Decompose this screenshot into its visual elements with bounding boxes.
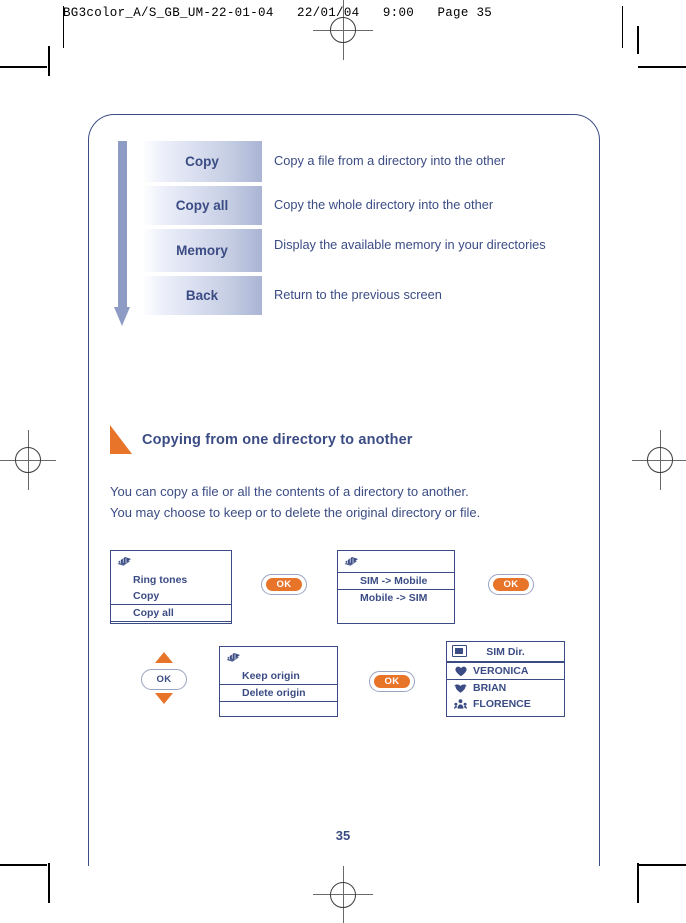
registration-mark-right xyxy=(632,430,686,490)
heart-wings-icon xyxy=(453,683,468,694)
ok-button[interactable]: OK xyxy=(261,574,307,595)
crop-mark-top-left-vertical xyxy=(48,46,50,76)
ok-button-label: OK xyxy=(493,578,529,591)
section-paragraph-line: You can copy a file or all the contents … xyxy=(110,484,469,499)
crop-mark-top-left-horizontal xyxy=(0,66,47,68)
ok-button-label: OK xyxy=(374,675,410,688)
ok-button-label: OK xyxy=(146,673,182,686)
screen-item[interactable]: Keep origin xyxy=(220,668,337,684)
screen-item-list: Ring tones Copy Copy all xyxy=(110,572,232,622)
slug-rule-right xyxy=(622,6,624,48)
page-number: 35 xyxy=(335,828,351,843)
menu-row[interactable]: Back Return to the previous screen xyxy=(142,276,580,315)
orange-triangle-icon xyxy=(110,425,132,454)
section-paragraph-line: You may choose to keep or to delete the … xyxy=(110,505,481,521)
menu-options-table: Copy Copy a file from a directory into t… xyxy=(110,141,580,326)
sim-contact-row[interactable]: FLORENCE xyxy=(447,696,564,712)
section-paragraph: You can copy a file or all the contents … xyxy=(110,481,580,523)
ok-button[interactable]: OK xyxy=(369,671,415,692)
menu-row[interactable]: Copy Copy a file from a directory into t… xyxy=(142,141,580,182)
crop-mark-bottom-right-horizontal xyxy=(638,864,686,866)
menu-option-description: Return to the previous screen xyxy=(274,287,442,303)
menu-option-description: Copy the whole directory into the other xyxy=(274,197,494,213)
crop-mark-bottom-left-horizontal xyxy=(0,864,47,866)
section-title: Copying from one directory to another xyxy=(142,431,413,448)
phone-screen-copy-direction[interactable]: SIM -> Mobile Mobile -> SIM xyxy=(337,550,455,624)
media-notes-icon xyxy=(344,557,358,566)
menu-option-label: Back xyxy=(142,276,262,315)
menu-option-label: Copy all xyxy=(142,186,262,225)
section-block: Copying from one directory to another Yo… xyxy=(110,425,580,523)
menu-option-description: Copy a file from a directory into the ot… xyxy=(274,153,506,169)
sim-directory-title-bar: SIM Dir. xyxy=(447,642,564,662)
down-arrow-icon xyxy=(110,141,134,330)
phone-screen-sim-directory[interactable]: SIM Dir. VERONICA BRIAN FLORENCE xyxy=(446,641,565,717)
sim-card-icon xyxy=(452,645,467,657)
screen-item[interactable]: Copy xyxy=(111,588,231,604)
triangle-up-icon[interactable] xyxy=(155,652,173,663)
ok-button[interactable]: OK xyxy=(488,574,534,595)
phone-screen-origin-choice[interactable]: Keep origin Delete origin xyxy=(219,646,338,717)
sim-contact-name: FLORENCE xyxy=(473,698,531,710)
screen-item-list: Keep origin Delete origin xyxy=(219,668,338,702)
screen-item[interactable]: Mobile -> SIM xyxy=(338,590,454,606)
media-notes-icon xyxy=(117,557,131,566)
sim-contact-name: VERONICA xyxy=(473,665,529,677)
screen-item[interactable]: Ring tones xyxy=(111,572,231,588)
sim-contact-name: BRIAN xyxy=(473,682,507,694)
sim-directory-contact-list: VERONICA BRIAN FLORENCE xyxy=(446,662,565,712)
media-notes-icon xyxy=(226,653,240,662)
triangle-down-icon[interactable] xyxy=(155,693,173,704)
crop-mark-bottom-right-vertical xyxy=(637,863,639,903)
group-people-icon xyxy=(453,698,468,710)
registration-mark-bottom xyxy=(313,866,373,923)
heart-icon xyxy=(453,666,468,677)
crop-mark-top-right-vertical xyxy=(637,26,639,54)
ok-button-navigation[interactable]: OK xyxy=(141,669,187,690)
sim-contact-row[interactable]: BRIAN xyxy=(447,680,564,696)
crop-mark-bottom-left-vertical xyxy=(48,863,50,903)
sim-directory-title: SIM Dir. xyxy=(486,645,525,658)
screen-item-selected[interactable]: Delete origin xyxy=(219,684,338,702)
registration-mark-left xyxy=(0,430,56,490)
screen-item-selected[interactable]: SIM -> Mobile xyxy=(337,572,455,590)
sim-contact-row-selected[interactable]: VERONICA xyxy=(446,662,565,680)
crop-mark-top-right-horizontal xyxy=(638,66,686,68)
screen-item-list: SIM -> Mobile Mobile -> SIM xyxy=(337,572,455,606)
ok-button-label: OK xyxy=(266,578,302,591)
registration-mark-top xyxy=(313,0,373,60)
section-header: Copying from one directory to another xyxy=(110,425,580,454)
menu-option-label: Memory xyxy=(142,229,262,272)
menu-row[interactable]: Memory Display the available memory in y… xyxy=(142,229,580,272)
menu-option-label: Copy xyxy=(142,141,262,182)
screen-item-selected[interactable]: Copy all xyxy=(110,604,232,622)
menu-row[interactable]: Copy all Copy the whole directory into t… xyxy=(142,186,580,225)
prepress-header-text: BG3color_A/S_GB_UM-22-01-04 22/01/04 9:0… xyxy=(63,6,493,20)
phone-screen-ring-tones[interactable]: Ring tones Copy Copy all xyxy=(110,550,232,624)
menu-option-description: Display the available memory in your dir… xyxy=(274,237,546,252)
